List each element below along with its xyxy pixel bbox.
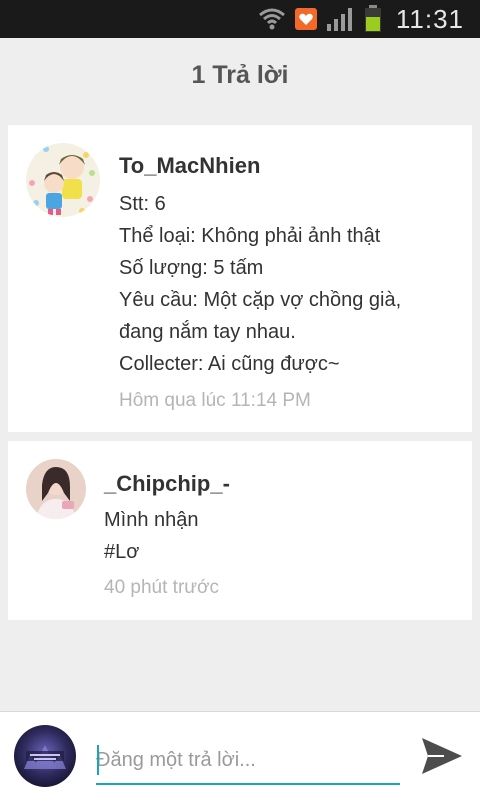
post-line: Stt: 6 (119, 193, 166, 215)
post-line: Yêu cầu: Một cặp vợ chồng già, (119, 289, 402, 311)
reply-line: #Lơ (104, 541, 140, 563)
post-line: Số lượng: 5 tấm (119, 257, 264, 279)
status-time: 11:31 (395, 3, 464, 34)
username[interactable]: To_MacNhien (119, 153, 260, 179)
post-line: đang nắm tay nhau. (119, 321, 296, 343)
reply-timestamp: 40 phút trước (104, 577, 219, 598)
page-title: 1 Trả lời (191, 60, 289, 89)
post-timestamp: Hôm qua lúc 11:14 PM (119, 390, 311, 411)
status-bar: 11:31 (0, 0, 480, 38)
post-line: Collecter: Ai cũng được~ (119, 353, 340, 375)
wifi-icon (258, 8, 285, 30)
post-card: To_MacNhien Stt: 6 Thể loại: Không phải … (8, 125, 472, 432)
reply-line: Mình nhận (104, 509, 199, 531)
current-user-avatar[interactable] (14, 725, 76, 787)
avatar[interactable] (26, 143, 100, 217)
username[interactable]: _Chipchip_- (104, 471, 230, 497)
app-notification-icon (294, 8, 317, 30)
avatar[interactable] (26, 459, 86, 519)
reply-composer (0, 711, 480, 801)
signal-icon (326, 8, 352, 31)
battery-icon (364, 5, 381, 32)
text-cursor (97, 745, 99, 775)
send-icon[interactable] (418, 734, 466, 778)
reply-body: Mình nhận #Lơ (104, 504, 199, 568)
post-body: Stt: 6 Thể loại: Không phải ảnh thật Số … (119, 188, 401, 380)
reply-input[interactable] (96, 737, 400, 785)
reply-card: _Chipchip_- Mình nhận #Lơ 40 phút trước (8, 441, 472, 620)
post-line: Thể loại: Không phải ảnh thật (119, 225, 381, 247)
header: 1 Trả lời (0, 38, 480, 112)
